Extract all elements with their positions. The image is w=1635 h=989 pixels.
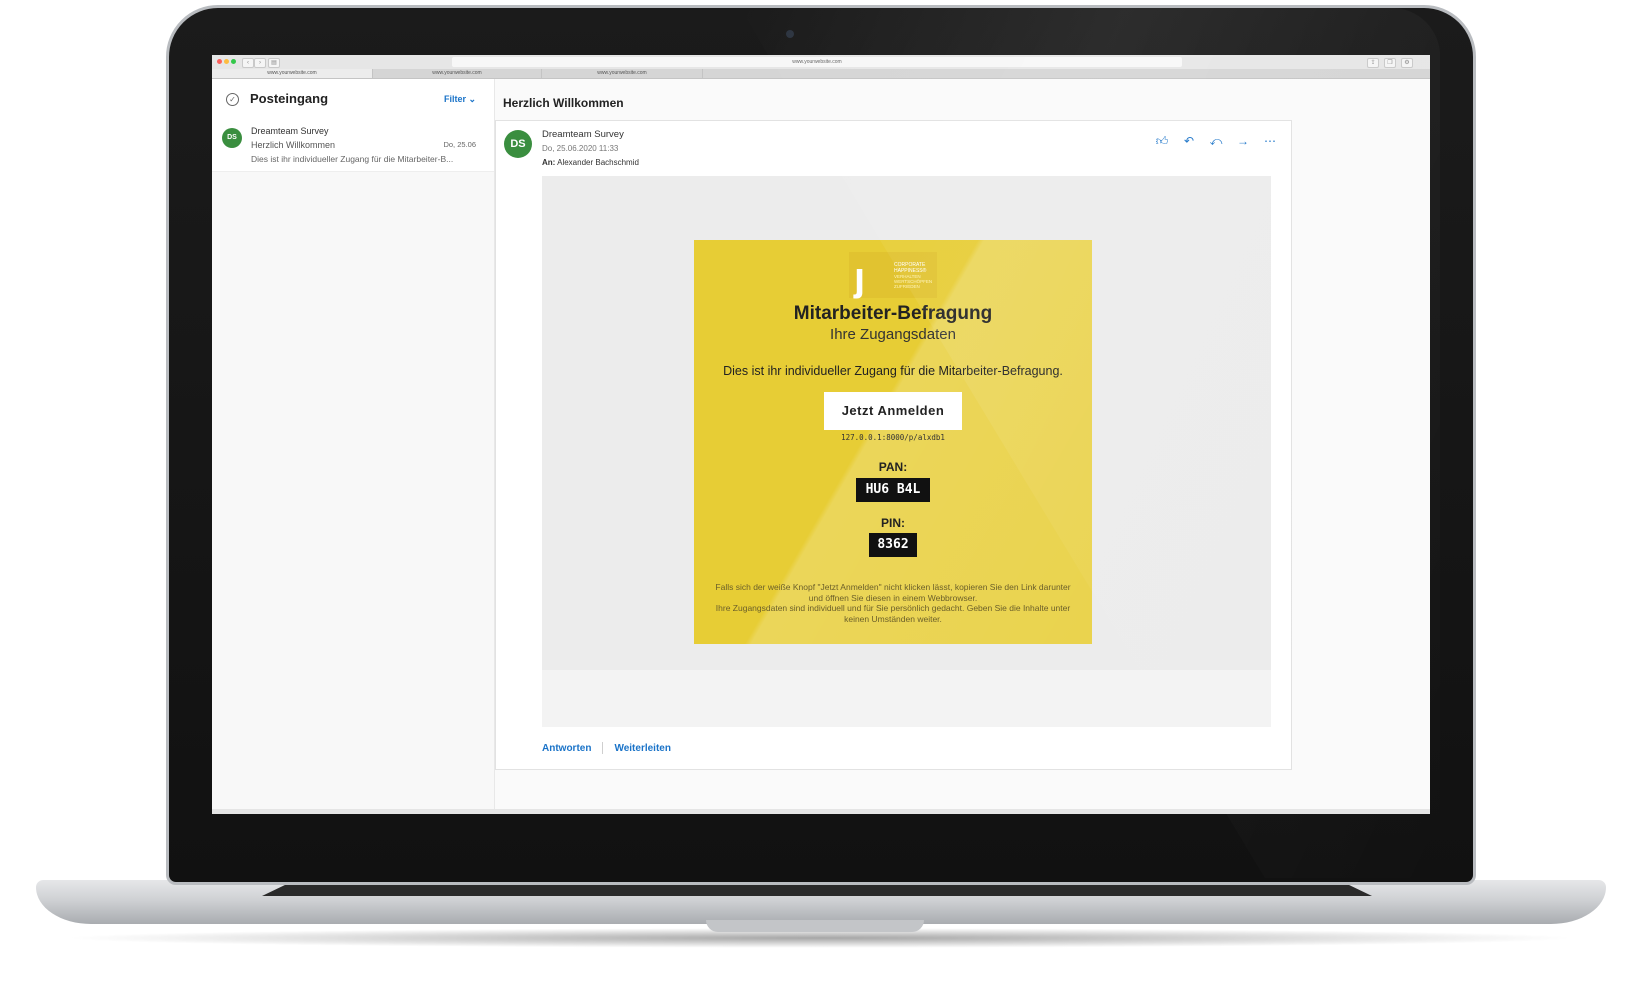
close-window-button[interactable] — [217, 59, 222, 64]
back-button[interactable]: ‹ — [242, 58, 254, 68]
mail-preview: Dies ist ihr individueller Zugang für di… — [251, 154, 454, 164]
tab-1[interactable]: www.yourwebsite.com — [212, 69, 373, 78]
logo-text: CORPORATE HAPPINESS® — [894, 262, 927, 274]
pin-label: PIN: — [881, 516, 905, 530]
email-body: ȷ CORPORATE HAPPINESS® VERHALTEN WERTSCH… — [542, 176, 1271, 727]
screen: ‹ › ▤ www.yourwebsite.com ⇪ ❐ ⚙ www.your… — [212, 55, 1430, 814]
divider — [602, 742, 604, 754]
sidebar-toggle-button[interactable]: ▤ — [268, 58, 280, 68]
inbox-pane: ✓ Posteingang Filter ⌄ DS Dreamteam Surv… — [212, 79, 495, 814]
pan-code: HU6 B4L — [856, 478, 930, 502]
address-bar[interactable]: www.yourwebsite.com — [452, 57, 1182, 67]
message-date: Do, 25.06.2020 11:33 — [542, 144, 619, 153]
inbox-title: Posteingang — [250, 91, 329, 106]
share-button[interactable]: ⇪ — [1367, 58, 1379, 68]
tab-3[interactable]: www.yourwebsite.com — [542, 69, 703, 78]
email-content-box: ȷ CORPORATE HAPPINESS® VERHALTEN WERTSCH… — [694, 240, 1092, 644]
settings-gear-icon[interactable]: ⚙ — [1401, 58, 1413, 68]
minimize-window-button[interactable] — [224, 59, 229, 64]
logo-subtext: VERHALTEN WERTSCHÖPFEN ZUFRIEDEN — [894, 274, 933, 289]
logo-mark-icon: ȷ — [854, 255, 866, 299]
reply-icon[interactable]: ↶ — [1180, 133, 1198, 149]
screen-bottom-bar — [212, 809, 1430, 814]
email-subheadline: Ihre Zugangsdaten — [830, 326, 956, 343]
chevron-down-icon: ⌄ — [468, 94, 477, 104]
browser-tab-bar: www.yourwebsite.com www.yourwebsite.com … — [212, 69, 1430, 79]
message-sender: Dreamteam Survey — [542, 129, 624, 140]
login-link[interactable]: 127.0.0.1:8000/p/alxdb1 — [694, 433, 1092, 442]
avatar: DS — [222, 128, 242, 148]
pin-code: 8362 — [869, 533, 917, 557]
reply-links: Antworten Weiterleiten — [542, 742, 671, 754]
select-all-check-icon[interactable]: ✓ — [226, 93, 239, 106]
camera-icon — [786, 30, 794, 38]
reading-pane: Herzlich Willkommen DS Dreamteam Survey … — [495, 79, 1430, 814]
forward-icon[interactable]: → — [1234, 133, 1252, 149]
login-button[interactable]: Jetzt Anmelden — [824, 392, 962, 430]
maximize-window-button[interactable] — [231, 59, 236, 64]
sender-avatar: DS — [504, 130, 532, 158]
inbox-header: ✓ Posteingang Filter ⌄ — [212, 79, 494, 120]
mail-sender: Dreamteam Survey — [251, 126, 329, 136]
filter-button[interactable]: Filter ⌄ — [444, 94, 476, 105]
like-icon[interactable]: 👍︎ — [1153, 133, 1171, 149]
more-icon[interactable]: ⋯ — [1261, 133, 1279, 149]
footer-line-1: Falls sich der weiße Knopf "Jetzt Anmeld… — [715, 582, 1071, 603]
email-headline: Mitarbeiter-Befragung — [793, 303, 993, 324]
mail-date: Do, 25.06 — [443, 140, 476, 149]
reply-all-icon[interactable]: ⤺ — [1207, 133, 1225, 149]
email-footer: Falls sich der weiße Knopf "Jetzt Anmeld… — [708, 582, 1078, 624]
mail-subject: Herzlich Willkommen — [251, 140, 336, 150]
email-body-bottom — [542, 670, 1271, 727]
message-card: DS Dreamteam Survey Do, 25.06.2020 11:33… — [495, 120, 1292, 770]
pan-label: PAN: — [878, 460, 908, 474]
tab-2[interactable]: www.yourwebsite.com — [373, 69, 542, 78]
reply-link[interactable]: Antworten — [542, 743, 591, 754]
email-intro: Dies ist ihr individueller Zugang für di… — [723, 364, 1063, 378]
footer-line-2: Ihre Zugangsdaten sind individuell und f… — [715, 603, 1071, 624]
forward-link[interactable]: Weiterleiten — [614, 743, 671, 754]
tabs-overview-button[interactable]: ❐ — [1384, 58, 1396, 68]
browser-toolbar: ‹ › ▤ www.yourwebsite.com ⇪ ❐ ⚙ — [212, 55, 1430, 70]
message-title: Herzlich Willkommen — [503, 96, 624, 110]
mail-list-item[interactable]: DS Dreamteam Survey Herzlich Willkommen … — [212, 119, 494, 172]
forward-nav-button[interactable]: › — [254, 58, 266, 68]
message-recipient: An: Alexander Bachschmid — [542, 158, 639, 167]
laptop-notch — [706, 920, 924, 932]
message-actions: 👍︎ ↶ ⤺ → ⋯ — [1153, 133, 1279, 149]
